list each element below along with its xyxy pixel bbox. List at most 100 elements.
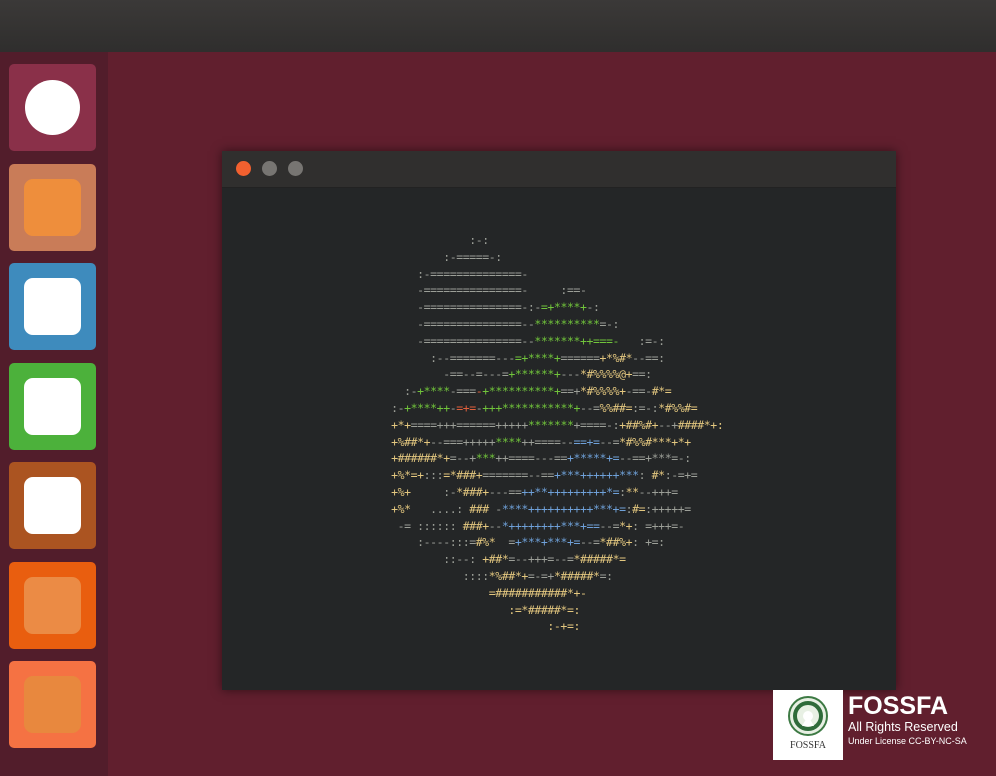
ascii-segment: -=== bbox=[449, 384, 476, 399]
ascii-art-globe: :-: :-=====-: :-==============- -=======… bbox=[352, 232, 724, 635]
logo-caption: FOSSFA bbox=[790, 740, 826, 751]
ascii-segment: -: bbox=[586, 300, 600, 315]
ascii-segment: +***++++++*** bbox=[553, 468, 639, 483]
ascii-segment: :-+=: bbox=[352, 619, 580, 634]
ascii-segment: --- bbox=[560, 367, 580, 382]
close-button[interactable] bbox=[236, 161, 251, 176]
ascii-segment: *###+ bbox=[456, 484, 489, 499]
ascii-segment: *#%%#***+*+ bbox=[619, 434, 691, 449]
ascii-segment: =*###+ bbox=[443, 468, 483, 483]
ascii-segment: :::: bbox=[352, 568, 489, 583]
ascii-segment: ::--: bbox=[352, 552, 483, 567]
ascii-segment: +%*=+ bbox=[352, 468, 424, 483]
ascii-segment: :--=======--- bbox=[352, 350, 515, 365]
fossfa-logo: FOSSFA bbox=[773, 690, 843, 760]
ascii-segment: +**********+ bbox=[482, 384, 561, 399]
ascii-segment: +====-: bbox=[573, 417, 620, 432]
ascii-segment: *#%%%%@+ bbox=[579, 367, 633, 382]
ascii-segment: ** bbox=[625, 484, 639, 499]
top-panel bbox=[0, 0, 996, 53]
brand-name: FOSSFA bbox=[848, 692, 949, 720]
ascii-segment: ++**+++++++++*= bbox=[521, 484, 620, 499]
launcher-item-4[interactable] bbox=[9, 363, 96, 450]
brand-block: FOSSFA All Rights Reserved Under License… bbox=[848, 692, 996, 747]
ascii-segment: =###########*+- bbox=[352, 585, 587, 600]
ascii-segment: -- bbox=[488, 518, 502, 533]
terminal-body[interactable]: :-: :-=====-: :-==============- -=======… bbox=[222, 188, 896, 690]
ascii-segment: : =+++=- bbox=[632, 518, 685, 533]
launcher-item-6[interactable] bbox=[9, 562, 96, 649]
ascii-segment: -= :::::: bbox=[352, 518, 463, 533]
ascii-segment: ....: bbox=[410, 501, 463, 516]
ascii-segment: #%* bbox=[475, 535, 496, 550]
ascii-segment: --= bbox=[580, 535, 600, 550]
launcher-item-5[interactable] bbox=[9, 462, 96, 549]
ascii-segment: +****++ bbox=[404, 400, 450, 415]
ascii-segment: ====+++======+++++ bbox=[410, 417, 529, 432]
ascii-segment: +*****+= bbox=[566, 451, 620, 466]
ascii-segment: --= bbox=[599, 518, 620, 533]
app-icon bbox=[24, 278, 81, 335]
ascii-segment: --+ bbox=[658, 417, 678, 432]
ascii-segment: --+++= bbox=[638, 484, 679, 499]
ascii-segment: +##%#+ bbox=[619, 417, 659, 432]
ascii-segment: *#%%%%+ bbox=[580, 384, 626, 399]
ascii-segment: =======--== bbox=[482, 468, 554, 483]
app-icon bbox=[25, 80, 80, 135]
ascii-segment: ### bbox=[462, 501, 489, 516]
ascii-segment: *++++++++***+== bbox=[501, 518, 600, 533]
terminal-window[interactable]: :-: :-=====-: :-==============- -=======… bbox=[222, 151, 896, 690]
ascii-segment: :----:::= bbox=[352, 535, 476, 550]
ascii-segment: ==+= bbox=[573, 434, 600, 449]
ascii-segment: -==- bbox=[625, 384, 652, 399]
launcher-item-1[interactable] bbox=[9, 64, 96, 151]
ascii-segment: -==--=---= bbox=[352, 367, 509, 382]
ascii-segment: -===============- :==- bbox=[352, 283, 587, 298]
ascii-segment: --==: bbox=[632, 350, 665, 365]
ascii-segment: ********** bbox=[534, 316, 600, 331]
ascii-segment: :=-: bbox=[632, 400, 659, 415]
ascii-segment: =+****+ bbox=[514, 350, 561, 365]
ascii-segment: :-=====-: bbox=[352, 249, 502, 264]
ascii-segment: ####*+: bbox=[677, 417, 724, 432]
ascii-segment: -===============-- bbox=[352, 333, 535, 348]
app-icon bbox=[24, 179, 81, 236]
ascii-segment: =--+ bbox=[449, 451, 476, 466]
ascii-segment: +%* bbox=[352, 501, 411, 516]
app-icon bbox=[24, 676, 81, 733]
ascii-segment: +*+ bbox=[352, 417, 411, 432]
window-titlebar[interactable] bbox=[222, 151, 896, 188]
ascii-segment: #* bbox=[645, 468, 665, 483]
ascii-segment: ******* bbox=[527, 417, 574, 432]
ascii-segment: #= bbox=[632, 501, 646, 516]
ascii-segment: +++***********+ bbox=[482, 400, 581, 415]
minimize-button[interactable] bbox=[262, 161, 277, 176]
ascii-segment: - bbox=[488, 501, 502, 516]
ascii-segment: ====== bbox=[560, 350, 600, 365]
maximize-button[interactable] bbox=[288, 161, 303, 176]
ascii-segment: +%+ bbox=[352, 484, 411, 499]
ascii-segment: ****++++++++++***+= bbox=[501, 501, 626, 516]
launcher-item-7[interactable] bbox=[9, 661, 96, 748]
ascii-segment: ---== bbox=[488, 484, 522, 499]
ascii-segment: *** bbox=[475, 451, 496, 466]
ascii-segment: #*= bbox=[651, 384, 672, 399]
ascii-segment: ==+ bbox=[560, 384, 581, 399]
ascii-segment: +######*+ bbox=[352, 451, 450, 466]
ascii-segment: +**** bbox=[417, 384, 450, 399]
ascii-segment: --= bbox=[580, 400, 600, 415]
ascii-segment: +##* bbox=[482, 552, 509, 567]
ascii-segment: =+****+ bbox=[540, 300, 587, 315]
ascii-segment: +******+ bbox=[508, 367, 561, 382]
ascii-segment: :- bbox=[352, 400, 405, 415]
ascii-segment: --==+***=-: bbox=[619, 451, 691, 466]
ascii-segment: : +=: bbox=[632, 535, 665, 550]
ascii-segment: -===============-- bbox=[352, 316, 535, 331]
ascii-segment: +*%#* bbox=[599, 350, 633, 365]
ascii-segment: =-=+ bbox=[527, 568, 554, 583]
ascii-segment: ++====---== bbox=[495, 451, 567, 466]
ascii-segment: +***+***+= bbox=[514, 535, 581, 550]
launcher-item-2[interactable] bbox=[9, 164, 96, 251]
ascii-segment: :- bbox=[410, 484, 457, 499]
launcher-item-3[interactable] bbox=[9, 263, 96, 350]
